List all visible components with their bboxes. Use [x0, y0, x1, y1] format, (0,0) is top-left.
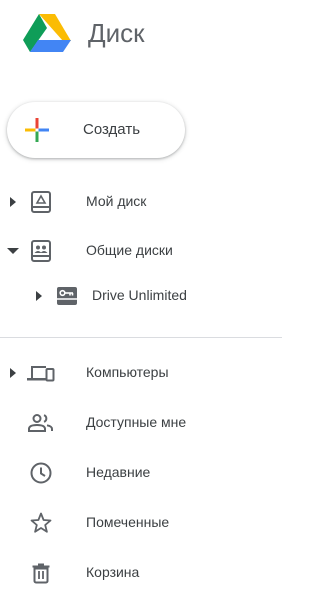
google-drive-logo-icon[interactable] [22, 13, 72, 53]
sidebar-item-drive-unlimited[interactable]: Drive Unlimited [0, 276, 292, 316]
my-drive-icon [29, 190, 53, 214]
app-header: Диск [0, 0, 292, 72]
sidebar-item-shared-with-me[interactable]: Доступные мне [0, 403, 292, 443]
sidebar-item-recent[interactable]: Недавние [0, 453, 292, 493]
sidebar-item-shared-drives[interactable]: Общие диски [0, 231, 292, 271]
create-button-label: Создать [83, 121, 141, 138]
sidebar-item-starred[interactable]: Помеченные [0, 503, 292, 543]
trash-icon [29, 561, 53, 585]
computers-icon [27, 361, 55, 385]
sidebar-item-label: Компьютеры [86, 364, 169, 380]
expand-arrow-icon[interactable] [32, 289, 46, 303]
sidebar-item-label: Помеченные [86, 514, 170, 530]
shared-drives-icon [29, 239, 53, 263]
sidebar-item-label: Недавние [86, 464, 151, 480]
sidebar-item-my-drive[interactable]: Мой диск [0, 182, 292, 222]
sidebar-item-label: Общие диски [86, 242, 173, 258]
shared-drive-icon [55, 284, 79, 308]
expand-arrow-icon[interactable] [6, 195, 20, 209]
create-button[interactable]: Создать [7, 102, 185, 158]
app-title: Диск [88, 18, 145, 48]
sidebar-item-label: Мой диск [86, 193, 147, 209]
star-icon [29, 511, 53, 535]
expand-arrow-icon[interactable] [6, 366, 20, 380]
shared-with-me-icon [27, 411, 53, 435]
sidebar-item-label: Корзина [86, 564, 140, 580]
plus-icon [25, 118, 49, 142]
collapse-arrow-icon[interactable] [6, 244, 20, 258]
divider [0, 337, 282, 338]
sidebar-item-trash[interactable]: Корзина [0, 553, 292, 593]
sidebar-item-label: Drive Unlimited [92, 287, 187, 303]
recent-clock-icon [29, 461, 53, 485]
sidebar-item-computers[interactable]: Компьютеры [0, 353, 292, 393]
sidebar-item-label: Доступные мне [86, 414, 187, 430]
